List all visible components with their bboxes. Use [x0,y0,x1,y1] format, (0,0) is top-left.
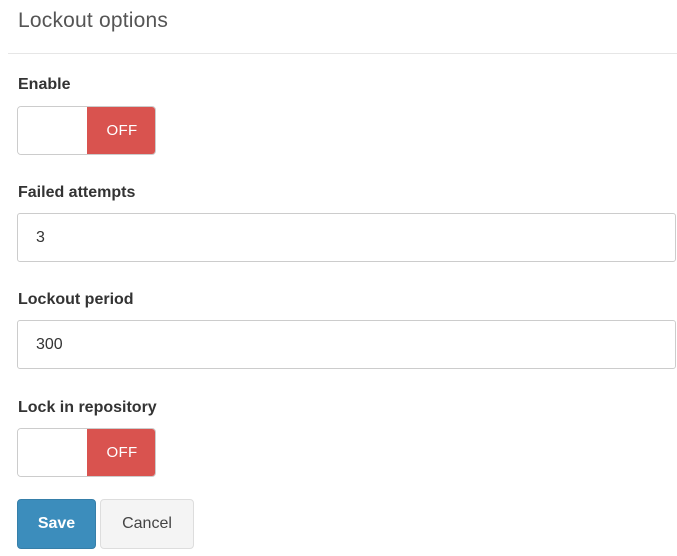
enable-toggle-off-label[interactable]: OFF [87,107,155,154]
panel-header: Lockout options [8,0,677,54]
lockout-period-input[interactable] [17,320,676,369]
failed-attempts-label: Failed attempts [18,184,136,201]
panel-title: Lockout options [18,9,169,32]
enable-toggle-handle[interactable] [18,107,87,154]
lockout-options-panel: Lockout options Enable OFF Failed attemp… [0,0,677,556]
failed-attempts-input[interactable] [17,213,676,262]
lock-in-repository-toggle[interactable]: OFF [17,428,156,477]
enable-toggle[interactable]: OFF [17,106,156,155]
lock-in-repository-toggle-handle[interactable] [18,429,87,476]
lock-in-repository-label: Lock in repository [18,399,157,416]
cancel-button[interactable]: Cancel [100,499,194,549]
enable-label: Enable [18,76,71,93]
lock-in-repository-toggle-off-label[interactable]: OFF [87,429,155,476]
save-button[interactable]: Save [17,499,96,549]
lockout-period-label: Lockout period [18,291,134,308]
